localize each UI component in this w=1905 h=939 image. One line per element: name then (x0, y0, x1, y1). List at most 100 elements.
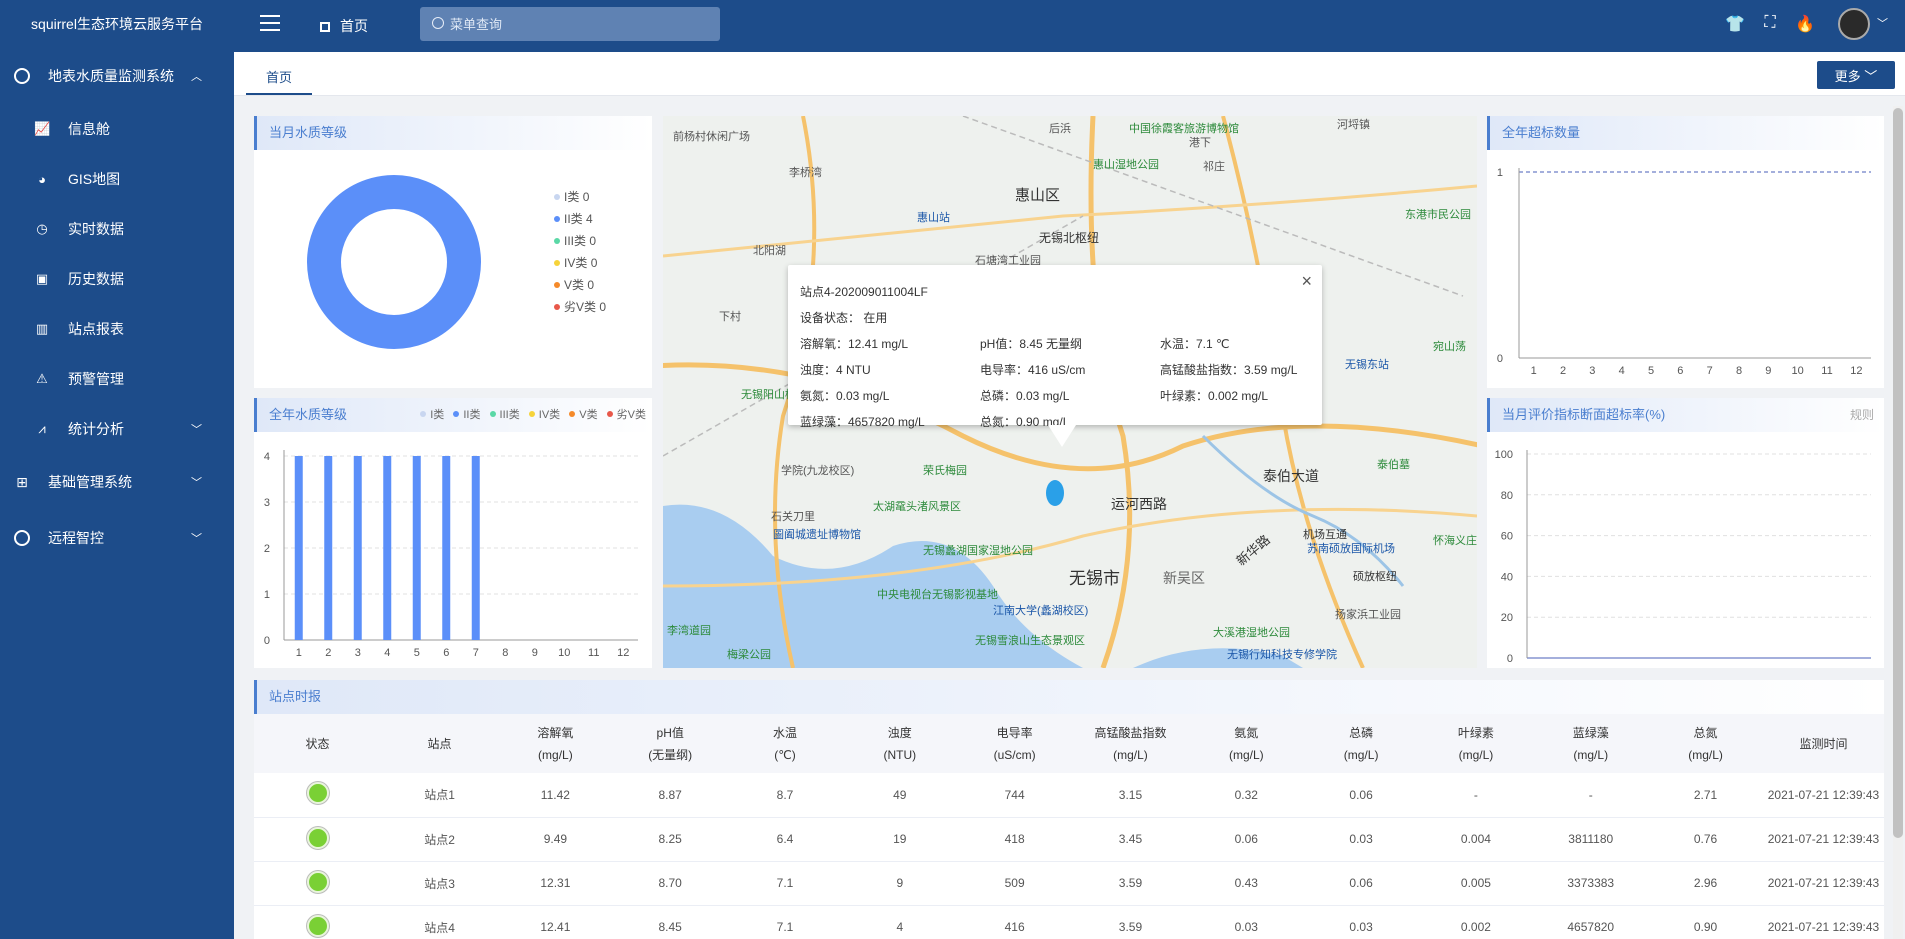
table-body: 站点1 11.42 8.87 8.7 49 744 3.15 0.32 0.06- -2.71 20… (254, 773, 1884, 939)
panel-title: 站点时报 (254, 680, 1884, 714)
sidebar-item-gis-map[interactable]: ◕ GIS地图 (0, 154, 234, 204)
table-cell: 509 (1004, 876, 1025, 890)
legend-item[interactable]: IV类 (523, 409, 560, 421)
table-cell: 8.87 (658, 787, 682, 802)
sidebar-item-statistics[interactable]: ⩘ 统计分析 ﹀ (0, 404, 234, 454)
top-header: 首页 👕 ⛶ 🔥 ﹀ (234, 0, 1905, 52)
sidebar-item-info-cabin[interactable]: 📈 信息舱 (0, 104, 234, 154)
x-tick-label: 3 (1589, 365, 1595, 377)
rules-link[interactable]: 规则 (1850, 398, 1874, 432)
sidebar-group-base-management[interactable]: ⊞ 基础管理系统 ﹀ (0, 454, 234, 510)
table-cell: 3811180 (1568, 832, 1614, 846)
table-cell: 2021-07-21 12:39:43 (1767, 876, 1880, 890)
legend-value: 0 (582, 190, 590, 204)
sidebar-item-alarm[interactable]: ⚠ 预警管理 (0, 354, 234, 404)
table-row[interactable]: 站点2 9.49 8.25 6.4 19 418 3.45 0.06 0.03 0.004 3811… (254, 817, 1884, 861)
sidebar-item-realtime-data[interactable]: ◷ 实时数据 (0, 204, 234, 254)
sidebar-item-label: 历史数据 (68, 271, 124, 287)
x-tick-label: 6 (443, 647, 449, 659)
sidebar-group-water-quality[interactable]: 地表水质量监测系统 ︿ (0, 48, 234, 104)
legend-item[interactable]: 劣V类 0 (554, 296, 606, 318)
legend-dot (569, 411, 576, 417)
home-link[interactable]: 首页 (320, 16, 368, 36)
chevron-down-icon[interactable]: ﹀ (1877, 15, 1888, 31)
donut-slice-ii[interactable] (307, 175, 481, 349)
map-label: 新吴区 (1163, 570, 1205, 586)
map-label: 荣氏梅园 (923, 465, 967, 477)
status-cell (254, 905, 381, 939)
sidebar-item-station-report[interactable]: ▥ 站点报表 (0, 304, 234, 354)
cloud-icon (14, 530, 30, 546)
menu-toggle-icon[interactable] (260, 15, 280, 31)
gis-map[interactable]: 前杨村休闲广场 惠山区 惠山站 无锡北枢纽 石塘湾工业园 中国徐霞客旅游博物馆 … (663, 116, 1477, 668)
sidebar-item-label: 预警管理 (68, 371, 124, 387)
legend-item[interactable]: V类 0 (554, 274, 606, 296)
legend-label: 劣V类 (616, 409, 646, 421)
table-cell: 3.59 (1118, 876, 1143, 890)
legend-item[interactable]: 劣V类 (601, 409, 646, 421)
column-header-unit: (mg/L) (538, 747, 573, 762)
column-header-label: 高锰酸盐指数 (1094, 725, 1167, 740)
table-cell: 8.45 (658, 920, 682, 934)
column-header-unit: (mg/L) (1113, 747, 1148, 762)
legend-item[interactable]: III类 (484, 409, 520, 421)
section-rate-panel: 当月评价指标断面超标率(%) 规则 0 20 40 60 80 100 (1487, 398, 1884, 668)
legend-value: 0 (589, 234, 597, 248)
x-tick-label: 5 (414, 647, 420, 659)
legend-label: II类 (463, 409, 481, 421)
table-cell: 站点4 (424, 920, 455, 935)
chevron-down-icon: ﹀ (191, 533, 202, 545)
x-tick-label: 9 (532, 647, 538, 659)
legend-dot (554, 304, 560, 310)
yearly-exceed-chart: 011 2 3 4 5 6 7 8 9 10 11 12 (1497, 167, 1871, 377)
close-icon[interactable]: × (1301, 271, 1312, 292)
column-header-unit: (无量纲) (648, 747, 693, 762)
column-header: 叶绿素 (mg/L) (1419, 714, 1534, 773)
table-row[interactable]: 站点4 12.41 8.45 7.1 4 416 3.59 0.03 0.03 0.002 4657… (254, 905, 1884, 939)
column-header-label: 站点 (427, 736, 452, 751)
fire-icon[interactable]: 🔥 (1794, 14, 1816, 36)
sidebar-group-remote-control[interactable]: 远程智控 ﹀ (0, 510, 234, 566)
menu-search-input[interactable] (420, 7, 720, 41)
scrollbar-thumb[interactable] (1893, 108, 1903, 838)
column-header-label: 氨氮 (1234, 725, 1259, 740)
station-marker-icon[interactable] (1046, 480, 1064, 506)
status-cell (254, 773, 381, 817)
table-row[interactable]: 站点3 12.31 8.70 7.1 9 509 3.59 0.43 0.06 0.005 3373… (254, 861, 1884, 905)
more-button[interactable]: 更多 ﹀ (1817, 61, 1895, 89)
legend-label: I类 (564, 190, 580, 204)
search-icon (432, 17, 444, 29)
table-cell: 2021-07-21 12:39:43 (1767, 832, 1880, 846)
x-tick-label: 8 (502, 647, 508, 659)
legend-item[interactable]: III类 0 (554, 230, 606, 252)
avatar[interactable] (1838, 8, 1870, 40)
legend-item[interactable]: I类 (420, 409, 444, 421)
legend-item[interactable]: I类 0 (554, 186, 606, 208)
tab-home[interactable]: 首页 (246, 52, 312, 95)
sitemap-icon: ⊞ (16, 473, 28, 490)
table-cell: 0.03 (1349, 920, 1373, 934)
legend-item[interactable]: II类 4 (554, 208, 606, 230)
legend-item[interactable]: IV类 0 (554, 252, 606, 274)
table-row[interactable]: 站点1 11.42 8.87 8.7 49 744 3.15 0.32 0.06 - - 2.71 20… (254, 773, 1884, 817)
popup-field: 叶绿素：0.002 mg/L (1160, 389, 1269, 403)
table-cell: 11.42 (540, 787, 570, 802)
legend-item[interactable]: II类 (447, 409, 480, 421)
status-online-icon (306, 870, 329, 893)
panel-title: 全年超标数量 (1487, 116, 1884, 150)
table-cell: 0.06 (1234, 832, 1258, 846)
legend-dot (606, 411, 613, 417)
column-header-unit: (mg/L) (1228, 747, 1264, 762)
popup-field: 电导率：416 uS/cm (980, 363, 1086, 377)
x-tick-label: 1 (296, 647, 302, 659)
sidebar-item-history-data[interactable]: ▣ 历史数据 (0, 254, 234, 304)
column-header-unit: (mg/L) (1458, 747, 1494, 762)
shirt-icon[interactable]: 👕 (1724, 14, 1746, 36)
panel-title-text: 全年水质等级 (269, 407, 348, 422)
fullscreen-icon[interactable]: ⛶ (1759, 14, 1781, 36)
table-cell: 0.002 (1460, 920, 1491, 934)
legend-item[interactable]: V类 (563, 409, 598, 421)
table-cell: 0.004 (1460, 832, 1491, 846)
x-tick-label: 7 (473, 647, 479, 659)
map-label: 北阳湖 (753, 245, 786, 257)
